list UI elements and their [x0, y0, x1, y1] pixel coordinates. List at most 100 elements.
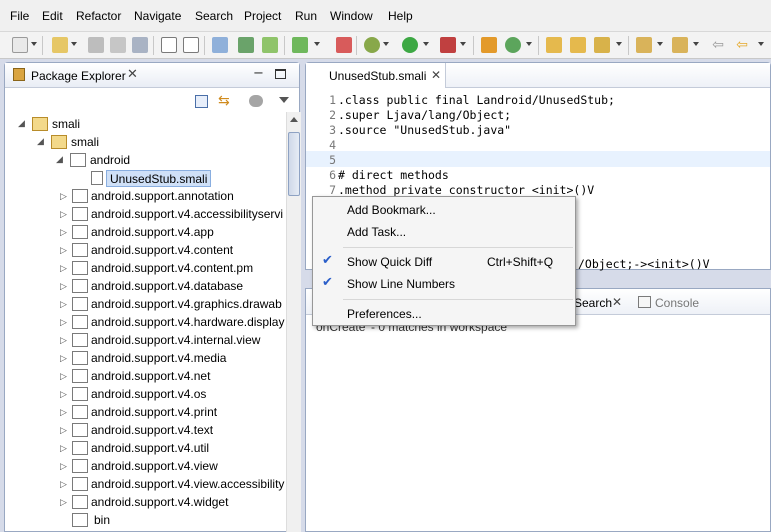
collapsed-icon[interactable]: ▷ — [60, 227, 67, 238]
forward-icon[interactable]: ⇦ — [734, 37, 750, 53]
minimize-icon[interactable]: − — [253, 66, 264, 81]
check-icon[interactable] — [292, 37, 308, 53]
toggle-view-icon[interactable] — [161, 37, 177, 53]
search-tool-icon[interactable] — [594, 37, 610, 53]
collapsed-icon[interactable]: ▷ — [60, 353, 67, 364]
collapse-all-icon[interactable] — [195, 95, 208, 108]
collapsed-icon[interactable]: ▷ — [60, 443, 67, 454]
skip-breakpoints-icon[interactable] — [212, 37, 228, 53]
focus-icon[interactable] — [249, 95, 263, 107]
menu-window[interactable]: Window — [330, 9, 373, 23]
run-icon[interactable] — [402, 37, 418, 53]
new-java-class-icon[interactable] — [481, 37, 497, 53]
tree-item-package[interactable]: ▷ android.support.v4.text — [5, 422, 285, 440]
collapsed-icon[interactable]: ▷ — [60, 425, 67, 436]
collapsed-icon[interactable]: ▷ — [60, 497, 67, 508]
tree-item-package[interactable]: ▷ android.support.v4.print — [5, 404, 285, 422]
tree-item-package[interactable]: ▷ android.support.v4.graphics.drawab — [5, 296, 285, 314]
external-tools-dropdown-icon[interactable] — [460, 42, 466, 46]
new-icon[interactable] — [12, 37, 28, 53]
collapsed-icon[interactable]: ▷ — [60, 335, 67, 346]
tree-item-package[interactable]: ▷ android.support.v4.net — [5, 368, 285, 386]
tree-item-package[interactable]: ▷ android.support.v4.content.pm — [5, 260, 285, 278]
expanded-icon[interactable]: ◢ — [56, 154, 63, 165]
check-dropdown-icon[interactable] — [314, 42, 320, 46]
tree-item-package[interactable]: ▷ android.support.v4.util — [5, 440, 285, 458]
tree-item-package[interactable]: ▷ android.support.v4.accessibilityservi — [5, 206, 285, 224]
new-dropdown-icon[interactable] — [31, 42, 37, 46]
collapsed-icon[interactable]: ▷ — [60, 371, 67, 382]
menu-project[interactable]: Project — [244, 9, 281, 23]
menu-item-add-task[interactable]: Add Task... — [347, 225, 406, 239]
collapsed-icon[interactable]: ▷ — [60, 191, 67, 202]
new-class-dropdown-icon[interactable] — [526, 42, 532, 46]
tree-item-package[interactable]: ▷ android.support.v4.app — [5, 224, 285, 242]
tab-console[interactable]: Console — [655, 296, 699, 310]
forward-dropdown-icon[interactable] — [758, 42, 764, 46]
collapsed-icon[interactable]: ▷ — [60, 389, 67, 400]
menu-search[interactable]: Search — [195, 9, 233, 23]
previous-annotation-dropdown-icon[interactable] — [693, 42, 699, 46]
tree-item-source-folder[interactable]: ◢ smali — [5, 134, 285, 152]
tree-item-package[interactable]: ▷ android.support.v4.os — [5, 386, 285, 404]
collapsed-icon[interactable]: ▷ — [60, 281, 67, 292]
tree-item-package[interactable]: ▷ android.support.v4.database — [5, 278, 285, 296]
tab-search[interactable]: Search — [574, 296, 612, 310]
collapsed-icon[interactable]: ▷ — [60, 479, 67, 490]
collapsed-icon[interactable]: ▷ — [60, 407, 67, 418]
menu-help[interactable]: Help — [388, 9, 413, 23]
expanded-icon[interactable]: ◢ — [18, 118, 25, 129]
menu-file[interactable]: File — [10, 9, 29, 23]
tree-item-package[interactable]: ▷ android.support.v4.view — [5, 458, 285, 476]
back-icon[interactable]: ⇦ — [710, 37, 726, 53]
scroll-up-icon[interactable] — [290, 117, 298, 122]
menu-item-show-quick-diff[interactable]: Show Quick Diff — [347, 255, 432, 269]
download-icon[interactable] — [238, 37, 254, 53]
collapsed-icon[interactable]: ▷ — [60, 209, 67, 220]
scroll-thumb[interactable] — [288, 132, 300, 196]
tree-item-package[interactable]: ▷ android.support.annotation — [5, 188, 285, 206]
open-type-icon[interactable] — [546, 37, 562, 53]
tree-scrollbar[interactable] — [286, 112, 301, 532]
show-whitespace-icon[interactable] — [183, 37, 199, 53]
menu-item-add-bookmark[interactable]: Add Bookmark... — [347, 203, 436, 217]
package-explorer-tab[interactable]: Package Explorer ✕ − — [5, 63, 299, 88]
expanded-icon[interactable]: ◢ — [37, 136, 44, 147]
android-device-icon[interactable] — [262, 37, 278, 53]
maximize-icon[interactable] — [275, 69, 286, 79]
menu-run[interactable]: Run — [295, 9, 317, 23]
collapsed-icon[interactable]: ▷ — [60, 317, 67, 328]
tree-item-package[interactable]: ◢ android — [5, 152, 285, 170]
close-icon[interactable]: ✕ — [612, 295, 622, 309]
editor-tab[interactable]: UnusedStub.smali ✕ — [306, 63, 446, 88]
menu-item-preferences[interactable]: Preferences... — [347, 307, 422, 321]
collapsed-icon[interactable]: ▷ — [60, 461, 67, 472]
collapsed-icon[interactable]: ▷ — [60, 299, 67, 310]
previous-annotation-icon[interactable] — [672, 37, 688, 53]
menu-refactor[interactable]: Refactor — [76, 9, 121, 23]
next-annotation-dropdown-icon[interactable] — [657, 42, 663, 46]
print-icon[interactable] — [132, 37, 148, 53]
collapsed-icon[interactable]: ▷ — [60, 263, 67, 274]
save-all-icon[interactable] — [110, 37, 126, 53]
next-annotation-icon[interactable] — [636, 37, 652, 53]
collapsed-icon[interactable]: ▷ — [60, 245, 67, 256]
close-icon[interactable]: ✕ — [431, 68, 441, 82]
open-folder-icon[interactable] — [570, 37, 586, 53]
tree-item-project[interactable]: ◢ smali — [5, 116, 285, 134]
new-package-dropdown-icon[interactable] — [71, 42, 77, 46]
view-menu-icon[interactable] — [279, 97, 289, 103]
menu-navigate[interactable]: Navigate — [134, 9, 181, 23]
tree-item-package[interactable]: ▷ android.support.v4.content — [5, 242, 285, 260]
run-dropdown-icon[interactable] — [423, 42, 429, 46]
new-package-icon[interactable] — [52, 37, 68, 53]
external-tools-icon[interactable] — [440, 37, 456, 53]
new-class-icon[interactable] — [505, 37, 521, 53]
tree-item-package[interactable]: ▷ android.support.v4.media — [5, 350, 285, 368]
menu-item-show-line-numbers[interactable]: Show Line Numbers — [347, 277, 455, 291]
tree-item-package[interactable]: ▷ android.support.v4.hardware.display — [5, 314, 285, 332]
tree-item-package[interactable]: ▷ android.support.v4.view.accessibility — [5, 476, 285, 494]
tree-item-package[interactable]: ▷ android.support.v4.internal.view — [5, 332, 285, 350]
debug-dropdown-icon[interactable] — [383, 42, 389, 46]
search-dropdown-icon[interactable] — [616, 42, 622, 46]
